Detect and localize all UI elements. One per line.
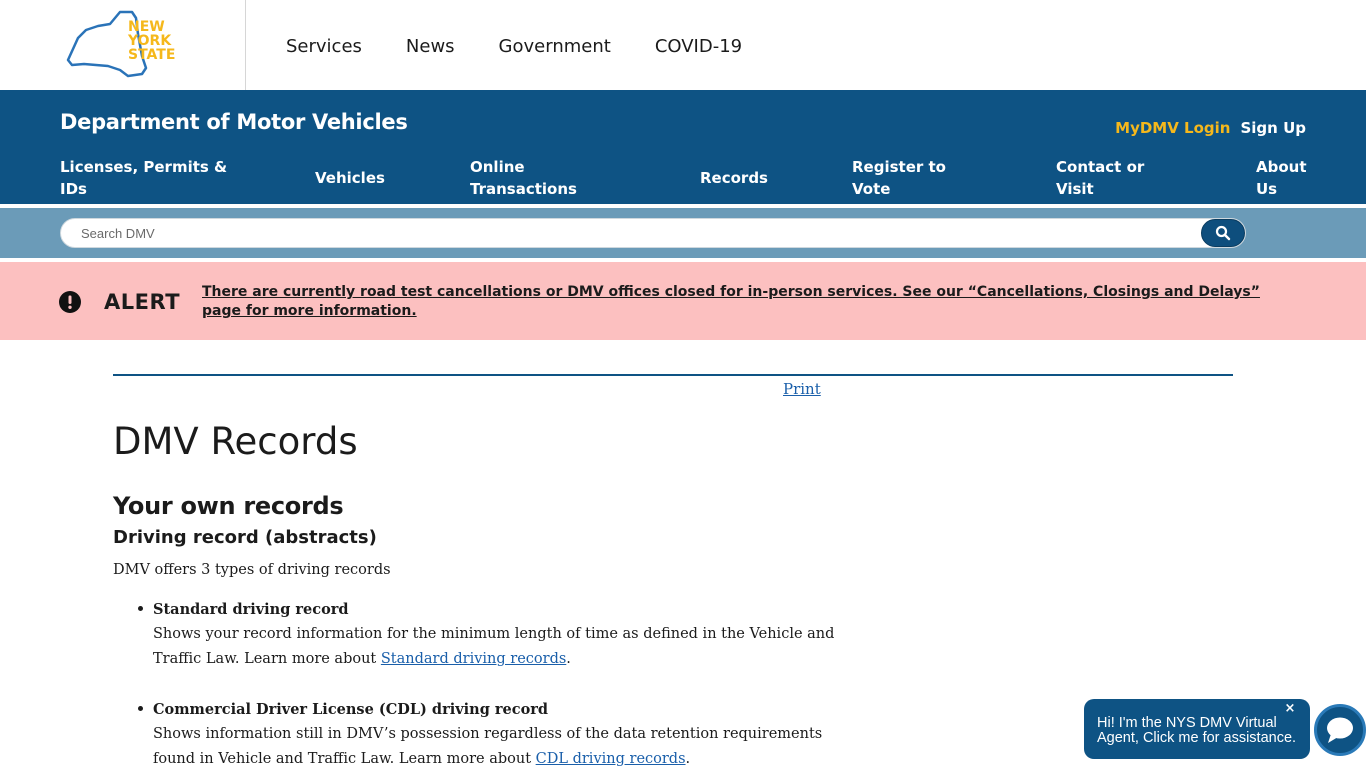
standard-driving-records-link[interactable]: Standard driving records <box>381 651 566 667</box>
agency-nav-online-transactions[interactable]: Online Transactions <box>470 156 580 200</box>
sign-up-link[interactable]: Sign Up <box>1240 119 1306 137</box>
global-nav-covid19[interactable]: COVID-19 <box>655 36 742 57</box>
alert-message-link[interactable]: There are currently road test cancellati… <box>202 283 1292 321</box>
record-suffix: . <box>685 751 691 767</box>
record-title: Standard driving record <box>153 601 349 618</box>
exclamation-circle-icon <box>59 291 81 313</box>
record-title: Commercial Driver License (CDL) driving … <box>153 701 549 718</box>
agency-nav-contact-or-visit[interactable]: Contact or Visit <box>1056 156 1156 200</box>
global-nav-news[interactable]: News <box>406 36 455 57</box>
virtual-agent-prompt[interactable]: Hi! I'm the NYS DMV Virtual Agent, Click… <box>1084 699 1310 759</box>
alert-label: ALERT <box>104 290 181 314</box>
search-input[interactable] <box>60 218 1246 248</box>
print-link[interactable]: Print <box>783 380 821 398</box>
chat-launcher-button[interactable] <box>1314 704 1366 756</box>
record-suffix: . <box>566 651 571 667</box>
content-top-rule <box>113 374 1233 376</box>
alert-banner: ALERT There are currently road test canc… <box>0 262 1366 340</box>
search-button[interactable] <box>1201 219 1245 247</box>
cdl-driving-records-link[interactable]: CDL driving records <box>536 751 686 767</box>
agency-nav-about-us[interactable]: About Us <box>1256 156 1316 200</box>
logo-line-state: STATE <box>128 47 175 63</box>
search-icon <box>1215 225 1231 241</box>
agency-nav-licenses[interactable]: Licenses, Permits & IDs <box>60 156 230 200</box>
logo-divider <box>245 0 246 90</box>
account-links: MyDMV Login Sign Up <box>1115 119 1306 137</box>
agency-title[interactable]: Department of Motor Vehicles <box>60 110 408 134</box>
agency-nav: Licenses, Permits & IDs Vehicles Online … <box>0 156 1366 200</box>
global-header: NEW YORK STATE Services News Government … <box>0 0 1366 90</box>
list-item: Commercial Driver License (CDL) driving … <box>138 697 863 768</box>
search-band <box>0 208 1366 258</box>
list-item: Standard driving record Shows your recor… <box>138 597 863 672</box>
record-types-list: Standard driving record Shows your recor… <box>138 597 863 768</box>
global-nav: Services News Government COVID-19 <box>286 36 742 57</box>
agency-nav-records[interactable]: Records <box>700 167 768 189</box>
agency-header: Department of Motor Vehicles MyDMV Login… <box>0 90 1366 204</box>
close-icon[interactable]: × <box>1284 702 1296 716</box>
nys-logo[interactable]: NEW YORK STATE <box>64 8 184 80</box>
agency-nav-vehicles[interactable]: Vehicles <box>315 167 385 189</box>
mydmv-login-link[interactable]: MyDMV Login <box>1115 119 1230 137</box>
section-title: Your own records <box>113 492 344 520</box>
global-nav-services[interactable]: Services <box>286 36 362 57</box>
agency-nav-register-to-vote[interactable]: Register to Vote <box>852 156 952 200</box>
subsection-title: Driving record (abstracts) <box>113 527 377 548</box>
chat-bubble-icon <box>1327 717 1353 743</box>
page-title: DMV Records <box>113 420 358 463</box>
global-nav-government[interactable]: Government <box>499 36 611 57</box>
record-description: Shows information still in DMV’s possess… <box>153 726 823 767</box>
intro-text: DMV offers 3 types of driving records <box>113 562 391 578</box>
